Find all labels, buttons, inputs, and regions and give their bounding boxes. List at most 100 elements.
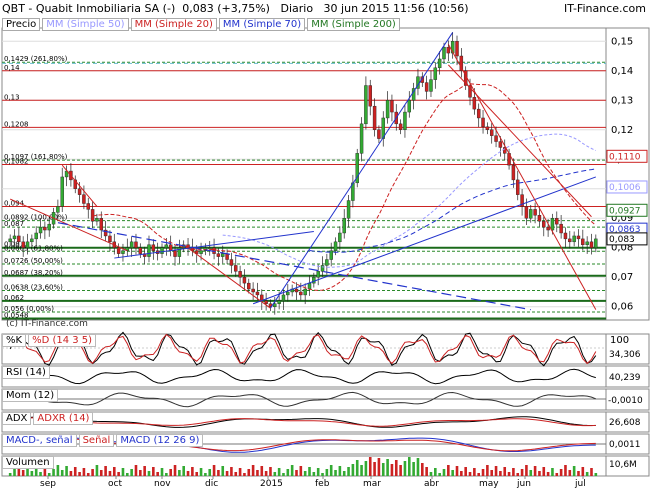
volume-bar [403,461,407,476]
volume-bar [473,468,476,476]
adx-value: 26,608 [609,418,641,428]
x-tick-label: nov [154,479,171,489]
volume-bar [30,471,34,476]
candle-up [433,67,438,80]
candle-down [21,241,25,248]
brand-label[interactable]: IT-Finance.com [564,2,646,15]
volume-bar [117,472,120,476]
volume-bar [78,472,81,476]
volume-bar [368,457,372,476]
volume-bar [95,465,99,476]
macd-label-2[interactable]: Señal [78,434,115,447]
candle-down [255,291,260,296]
volume-bar [277,468,281,476]
volume-bar [299,466,303,476]
volume-bar [464,467,467,476]
candle-down [90,209,95,222]
volume-bar [551,468,554,476]
volume-bar [303,471,307,476]
macd-value: 0,0011 [609,440,641,450]
volume-bar [434,468,437,476]
volume-bar [156,472,159,476]
legend-price[interactable]: Precio [2,18,41,31]
level-label: 0,087 [4,220,24,228]
candle-up [338,232,342,243]
rsi-label[interactable]: RSI (14) [2,366,50,379]
candle-up [437,58,442,69]
legend-mm50[interactable]: MM (Simple 50) [42,18,129,31]
candle-down [134,241,138,248]
adxr-label[interactable]: ADXR (14) [33,412,94,425]
volume-bar [273,472,277,476]
level-label: 0,1429 (261,80%) [4,55,68,63]
macd-label-1[interactable]: MACD-, señal [2,434,77,447]
volume-bar [542,467,546,476]
volume-bar [126,473,129,476]
volume-bar [360,465,363,476]
volume-bar [243,473,246,476]
volume-bar [173,465,177,476]
candle-down [489,129,494,136]
volume-bar [538,471,541,476]
mom-label[interactable]: Mom (12) [2,389,59,402]
candle-down [99,218,103,231]
volume-bar [82,468,86,476]
candle-down [481,117,485,128]
candle-down [581,238,585,245]
candle-up [281,294,286,302]
candle-down [498,141,503,148]
volume-bar [286,469,290,476]
volume-bar [477,473,480,476]
volume-bar [39,472,42,476]
volume-value: 10,6M [609,460,637,470]
candle-down [138,247,143,254]
volume-bar [147,471,151,476]
stoch-k-label[interactable]: %K [2,334,27,347]
volume-bar [347,467,350,476]
candle-down [17,235,21,243]
candle-down [251,288,255,293]
mom-value: -0,0010 [608,396,643,406]
candle-up [325,259,329,266]
candle-down [424,82,429,92]
candle-down [533,209,537,216]
volume-label[interactable]: Volumen [2,456,54,469]
y-tick-label: 0,15 [611,36,633,47]
stoch-d-label[interactable]: %D (14 3 5) [28,334,97,347]
candle-up [385,100,390,119]
candle-down [247,282,251,290]
volume-bar [559,469,563,476]
adx-label[interactable]: ADX [2,412,32,425]
candle-up [529,209,533,219]
candle-up [303,288,307,296]
volume-bar [529,470,533,476]
level-label: 0,1208 [4,120,29,128]
legend-mm70[interactable]: MM (Simple 70) [218,18,306,31]
candle-up [129,241,134,248]
volume-bar [69,471,73,476]
volume-bar [221,466,225,476]
volume-bar [91,469,94,476]
volume-bar [104,466,107,476]
candle-down [472,97,477,110]
price-tag: 0,0927 [609,206,641,216]
volume-bar [594,473,598,476]
volume-bar [290,465,294,476]
candle-down [455,41,459,57]
volume-bar [282,473,285,476]
macd-label-3[interactable]: MACD (12 26 9) [116,434,204,447]
candle-up [594,238,598,248]
candle-up [442,46,446,60]
watermark: (c) IT-Finance.com [6,319,88,329]
volume-bar [520,469,524,476]
x-tick-label: dic [205,479,218,489]
candle-up [160,247,164,254]
x-tick-label: feb [315,479,330,489]
y-tick-label: 0,07 [611,272,633,283]
legend-mm200[interactable]: MM (Simple 200) [307,18,400,31]
legend-mm20[interactable]: MM (Simple 20) [130,18,217,31]
candle-up [316,271,320,278]
candle-up [342,218,346,234]
volume-bar [108,471,112,476]
x-tick-label: 2015 [260,479,283,489]
